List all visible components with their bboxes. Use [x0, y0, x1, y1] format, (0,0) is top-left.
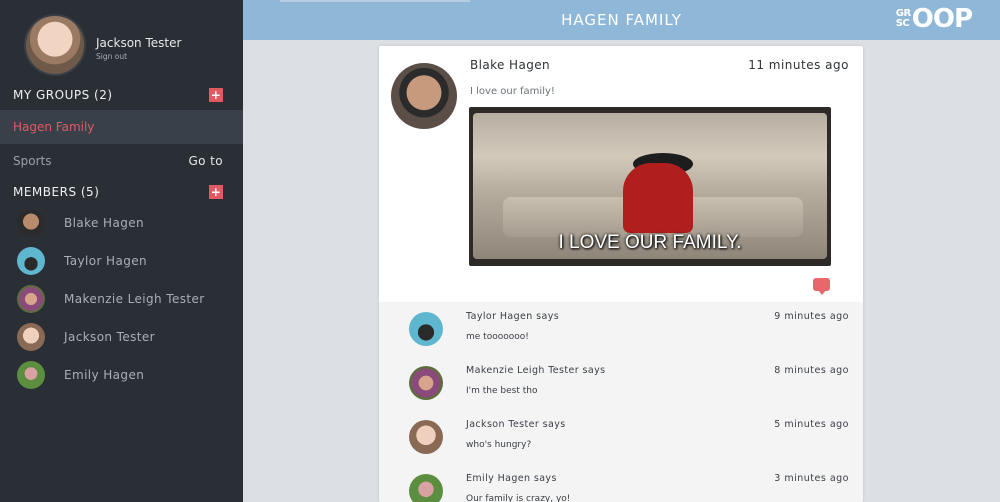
member-avatar: [17, 247, 45, 275]
group-label: Hagen Family: [13, 120, 95, 134]
members-heading: MEMBERS (5) +: [13, 185, 223, 199]
member-item-taylor[interactable]: Taylor Hagen: [17, 247, 147, 275]
app-logo[interactable]: GR SC OOP: [895, 4, 973, 34]
comment-author: Jackson Tester says: [466, 419, 566, 430]
comment-author: Taylor Hagen says: [466, 311, 560, 322]
sign-out-link[interactable]: Sign out: [96, 52, 181, 61]
comment-avatar[interactable]: [409, 312, 443, 346]
member-item-jackson[interactable]: Jackson Tester: [17, 323, 155, 351]
group-label: Sports: [13, 154, 52, 168]
comment-timestamp: 3 minutes ago: [774, 473, 849, 484]
post-timestamp: 11 minutes ago: [748, 58, 849, 72]
member-item-makenzie[interactable]: Makenzie Leigh Tester: [17, 285, 205, 313]
comment-avatar[interactable]: [409, 420, 443, 454]
comment-timestamp: 9 minutes ago: [774, 311, 849, 322]
member-avatar: [17, 285, 45, 313]
post-gif[interactable]: I LOVE OUR FAMILY.: [469, 107, 831, 266]
comments-section: Taylor Hagen says 9 minutes ago me toooo…: [379, 302, 863, 502]
members-label: MEMBERS (5): [13, 185, 100, 199]
member-name: Blake Hagen: [64, 216, 145, 230]
profile-name: Jackson Tester: [96, 35, 182, 50]
member-name: Emily Hagen: [64, 368, 145, 382]
top-header: HAGEN FAMILY GR SC OOP: [243, 0, 1000, 40]
comment-item: Makenzie Leigh Tester says 8 minutes ago…: [379, 356, 863, 410]
member-item-blake[interactable]: Blake Hagen: [17, 209, 144, 237]
page-title: HAGEN FAMILY: [561, 11, 682, 29]
comment-author: Emily Hagen says: [466, 473, 557, 484]
logo-text-main: OOP: [911, 4, 973, 34]
sidebar: Jackson Tester Sign out MY GROUPS (2) + …: [0, 0, 243, 502]
comment-icon[interactable]: [813, 278, 830, 295]
comment-item: Jackson Tester says 5 minutes ago who's …: [379, 410, 863, 464]
comment-item: Taylor Hagen says 9 minutes ago me toooo…: [379, 302, 863, 356]
profile: Jackson Tester Sign out: [24, 14, 181, 76]
comment-item: Emily Hagen says 3 minutes ago Our famil…: [379, 464, 863, 502]
header-shadow: [280, 0, 470, 2]
comment-avatar[interactable]: [409, 366, 443, 400]
member-avatar: [17, 209, 45, 237]
comment-text: I'm the best tho: [466, 386, 538, 396]
member-avatar: [17, 323, 45, 351]
comment-text: who's hungry?: [466, 440, 532, 450]
author-avatar[interactable]: [391, 63, 457, 129]
post-card: Blake Hagen 11 minutes ago I love our fa…: [379, 46, 863, 502]
comment-author: Makenzie Leigh Tester says: [466, 365, 606, 376]
post-author: Blake Hagen: [470, 58, 551, 72]
go-to-link[interactable]: Go to: [188, 154, 223, 168]
group-item-sports[interactable]: Sports Go to: [0, 144, 243, 178]
member-avatar: [17, 361, 45, 389]
member-name: Jackson Tester: [64, 330, 156, 344]
comment-avatar[interactable]: [409, 474, 443, 502]
comment-timestamp: 8 minutes ago: [774, 365, 849, 376]
group-item-hagen-family[interactable]: Hagen Family: [0, 110, 243, 144]
member-item-emily[interactable]: Emily Hagen: [17, 361, 144, 389]
logo-text-bottom: SC: [895, 18, 910, 29]
post-text: I love our family!: [470, 86, 555, 97]
add-group-button[interactable]: +: [209, 88, 223, 102]
member-name: Makenzie Leigh Tester: [64, 292, 205, 306]
gif-caption: I LOVE OUR FAMILY.: [558, 232, 742, 253]
add-member-button[interactable]: +: [209, 185, 223, 199]
comment-timestamp: 5 minutes ago: [774, 419, 849, 430]
comment-text: me tooooooo!: [466, 332, 529, 342]
comment-text: Our family is crazy, yo!: [466, 494, 571, 502]
my-groups-heading: MY GROUPS (2) +: [13, 88, 223, 102]
profile-avatar[interactable]: [24, 14, 86, 76]
my-groups-label: MY GROUPS (2): [13, 88, 113, 102]
member-name: Taylor Hagen: [64, 254, 148, 268]
